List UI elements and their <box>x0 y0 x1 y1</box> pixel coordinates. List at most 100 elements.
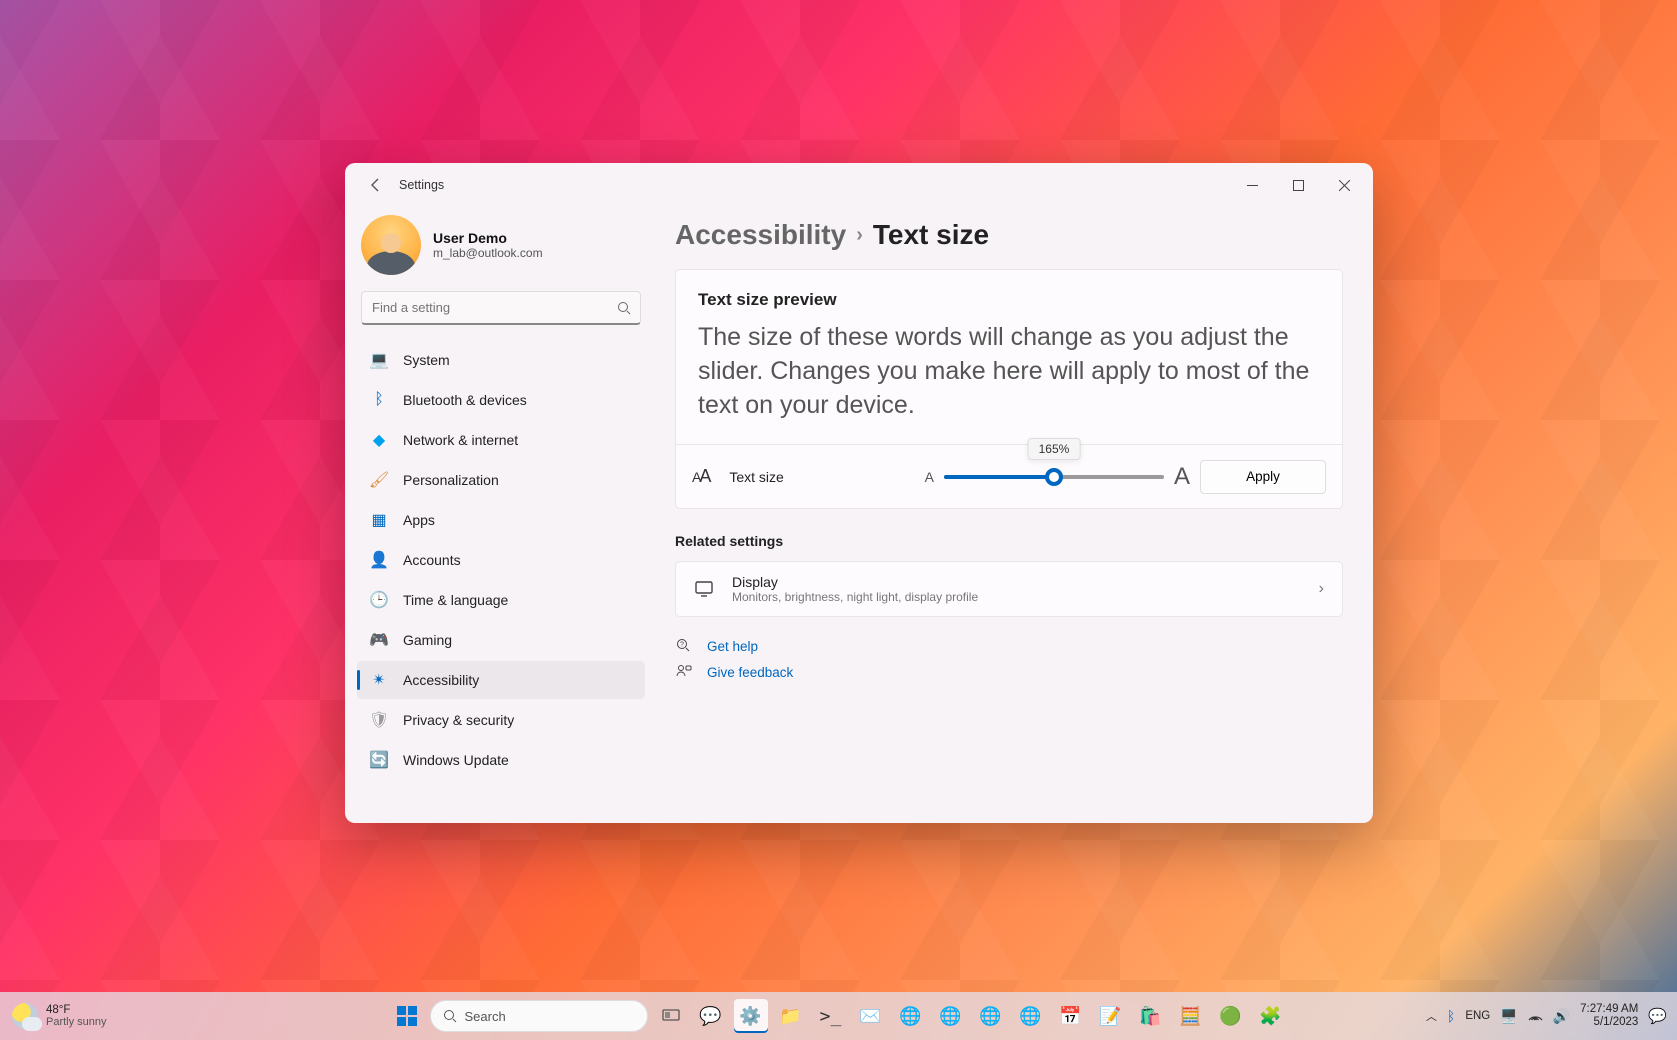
clock[interactable]: 7:27:49 AM 5/1/2023 <box>1580 1003 1638 1029</box>
text-size-row: AA Text size A 165% A Apply <box>676 444 1342 508</box>
sidebar-item-windows-update[interactable]: 🔄Windows Update <box>357 741 645 779</box>
notepad-icon[interactable]: 📝 <box>1094 999 1128 1033</box>
nav-icon: ▦ <box>369 510 389 530</box>
edge-dev-icon[interactable]: 🌐 <box>974 999 1008 1033</box>
search-input[interactable] <box>361 291 641 325</box>
display-link[interactable]: Display Monitors, brightness, night ligh… <box>675 561 1343 617</box>
language-indicator[interactable]: ENG <box>1465 1010 1490 1022</box>
settings-window: Settings User Demo m_lab@outlook.com 💻 Sy… <box>345 163 1373 823</box>
sidebar-item-apps[interactable]: ▦ Apps <box>357 501 645 539</box>
tray-overflow-icon[interactable]: ︿ <box>1426 1008 1437 1024</box>
minimize-button[interactable] <box>1229 169 1275 201</box>
store-icon[interactable]: 🛍️ <box>1134 999 1168 1033</box>
taskbar: 48°F Partly sunny Search 💬 ⚙️ 📁 >_ ✉️ 🌐 … <box>0 992 1677 1040</box>
nav-label: System <box>403 352 450 368</box>
settings-taskicon[interactable]: ⚙️ <box>734 999 768 1033</box>
edge-beta-icon[interactable]: 🌐 <box>934 999 968 1033</box>
text-size-label: Text size <box>729 469 783 485</box>
sidebar-item-time-language[interactable]: 🕒Time & language <box>357 581 645 619</box>
monitor-icon <box>694 579 714 599</box>
start-button[interactable] <box>390 999 424 1033</box>
sidebar-item-bluetooth-devices[interactable]: ᛒBluetooth & devices <box>357 381 645 419</box>
sidebar-item-accessibility[interactable]: ✴Accessibility <box>357 661 645 699</box>
sidebar: User Demo m_lab@outlook.com 💻 System ᛒBlue… <box>345 207 657 823</box>
maximize-icon <box>1293 180 1304 191</box>
minimize-icon <box>1247 180 1258 191</box>
chrome-icon[interactable]: 🟢 <box>1214 999 1248 1033</box>
nav-label: Personalization <box>403 472 499 488</box>
sidebar-item-system[interactable]: 💻 System <box>357 341 645 379</box>
content-area: Accessibility › Text size Text size prev… <box>657 207 1373 823</box>
nav-icon: 🎮 <box>369 630 389 650</box>
nav-icon: 🖌 <box>369 470 389 490</box>
titlebar: Settings <box>345 163 1373 207</box>
search-icon <box>617 301 631 315</box>
weather-desc: Partly sunny <box>46 1016 107 1028</box>
taskview-icon[interactable] <box>654 999 688 1033</box>
powertoys-icon[interactable]: 🧩 <box>1254 999 1288 1033</box>
profile-email: m_lab@outlook.com <box>433 246 543 260</box>
back-button[interactable] <box>361 170 391 200</box>
chevron-right-icon: › <box>856 224 863 247</box>
clock-time: 7:27:49 AM <box>1580 1003 1638 1016</box>
nav-label: Bluetooth & devices <box>403 392 527 408</box>
close-button[interactable] <box>1321 169 1367 201</box>
nav-label: Windows Update <box>403 752 509 768</box>
preview-text: The size of these words will change as y… <box>698 320 1320 422</box>
calculator-icon[interactable]: 🧮 <box>1174 999 1208 1033</box>
outlook-icon[interactable]: ✉️ <box>854 999 888 1033</box>
feedback-icon <box>675 663 693 681</box>
text-size-slider[interactable]: 165% <box>944 468 1164 486</box>
help-icon: ? <box>675 637 693 655</box>
sidebar-item-accounts[interactable]: 👤Accounts <box>357 541 645 579</box>
edge-canary-icon[interactable]: 🌐 <box>1014 999 1048 1033</box>
bluetooth-tray-icon[interactable]: ᛒ <box>1447 1008 1455 1024</box>
taskbar-center: Search 💬 ⚙️ 📁 >_ ✉️ 🌐 🌐 🌐 🌐 📅 📝 🛍️ 🧮 🟢 🧩 <box>390 999 1288 1033</box>
sidebar-item-network-internet[interactable]: ◆ Network & internet <box>357 421 645 459</box>
nav-icon: ✴ <box>369 670 389 690</box>
display-tray-icon[interactable]: 🖥️ <box>1500 1008 1517 1025</box>
breadcrumb-parent[interactable]: Accessibility <box>675 219 846 251</box>
profile-block[interactable]: User Demo m_lab@outlook.com <box>357 211 645 291</box>
text-size-card: Text size preview The size of these word… <box>675 269 1343 509</box>
related-settings-title: Related settings <box>675 533 1343 549</box>
slider-tooltip: 165% <box>1028 438 1081 460</box>
maximize-button[interactable] <box>1275 169 1321 201</box>
edge-icon[interactable]: 🌐 <box>894 999 928 1033</box>
sidebar-item-privacy-security[interactable]: 🛡Privacy & security <box>357 701 645 739</box>
display-title: Display <box>732 574 978 590</box>
sidebar-item-personalization[interactable]: 🖌 Personalization <box>357 461 645 499</box>
volume-tray-icon[interactable]: 🔊 <box>1553 1008 1570 1025</box>
apply-button[interactable]: Apply <box>1200 460 1326 494</box>
nav-label: Apps <box>403 512 435 528</box>
chat-icon[interactable]: 💬 <box>694 999 728 1033</box>
nav-list: 💻 System ᛒBluetooth & devices ◆ Network & in… <box>357 341 645 779</box>
terminal-icon[interactable]: >_ <box>814 999 848 1033</box>
nav-label: Network & internet <box>403 432 518 448</box>
display-subtitle: Monitors, brightness, night light, displ… <box>732 590 978 604</box>
weather-icon <box>12 1003 38 1029</box>
slider-min-icon: A <box>925 469 934 485</box>
settings-search <box>361 291 641 325</box>
sidebar-item-gaming[interactable]: 🎮Gaming <box>357 621 645 659</box>
slider-max-icon: A <box>1174 463 1190 491</box>
get-help-link[interactable]: ? Get help <box>675 637 1343 655</box>
nav-icon: ◆ <box>369 430 389 450</box>
svg-text:?: ? <box>680 642 684 649</box>
taskbar-search[interactable]: Search <box>430 1000 648 1032</box>
help-links: ? Get help Give feedback <box>675 637 1343 681</box>
explorer-icon[interactable]: 📁 <box>774 999 808 1033</box>
nav-label: Time & language <box>403 592 508 608</box>
nav-icon: 💻 <box>369 350 389 370</box>
window-title: Settings <box>399 178 444 192</box>
network-tray-icon[interactable] <box>1528 1009 1543 1024</box>
nav-label: Accounts <box>403 552 461 568</box>
weather-widget[interactable]: 48°F Partly sunny <box>12 1003 107 1029</box>
preview-section: Text size preview The size of these word… <box>676 270 1342 444</box>
give-feedback-link[interactable]: Give feedback <box>675 663 1343 681</box>
clock-date: 5/1/2023 <box>1580 1016 1638 1029</box>
calendar-icon[interactable]: 📅 <box>1054 999 1088 1033</box>
close-icon <box>1339 180 1350 191</box>
notifications-icon[interactable]: 💬 <box>1648 1007 1667 1025</box>
weather-temp: 48°F <box>46 1004 107 1017</box>
